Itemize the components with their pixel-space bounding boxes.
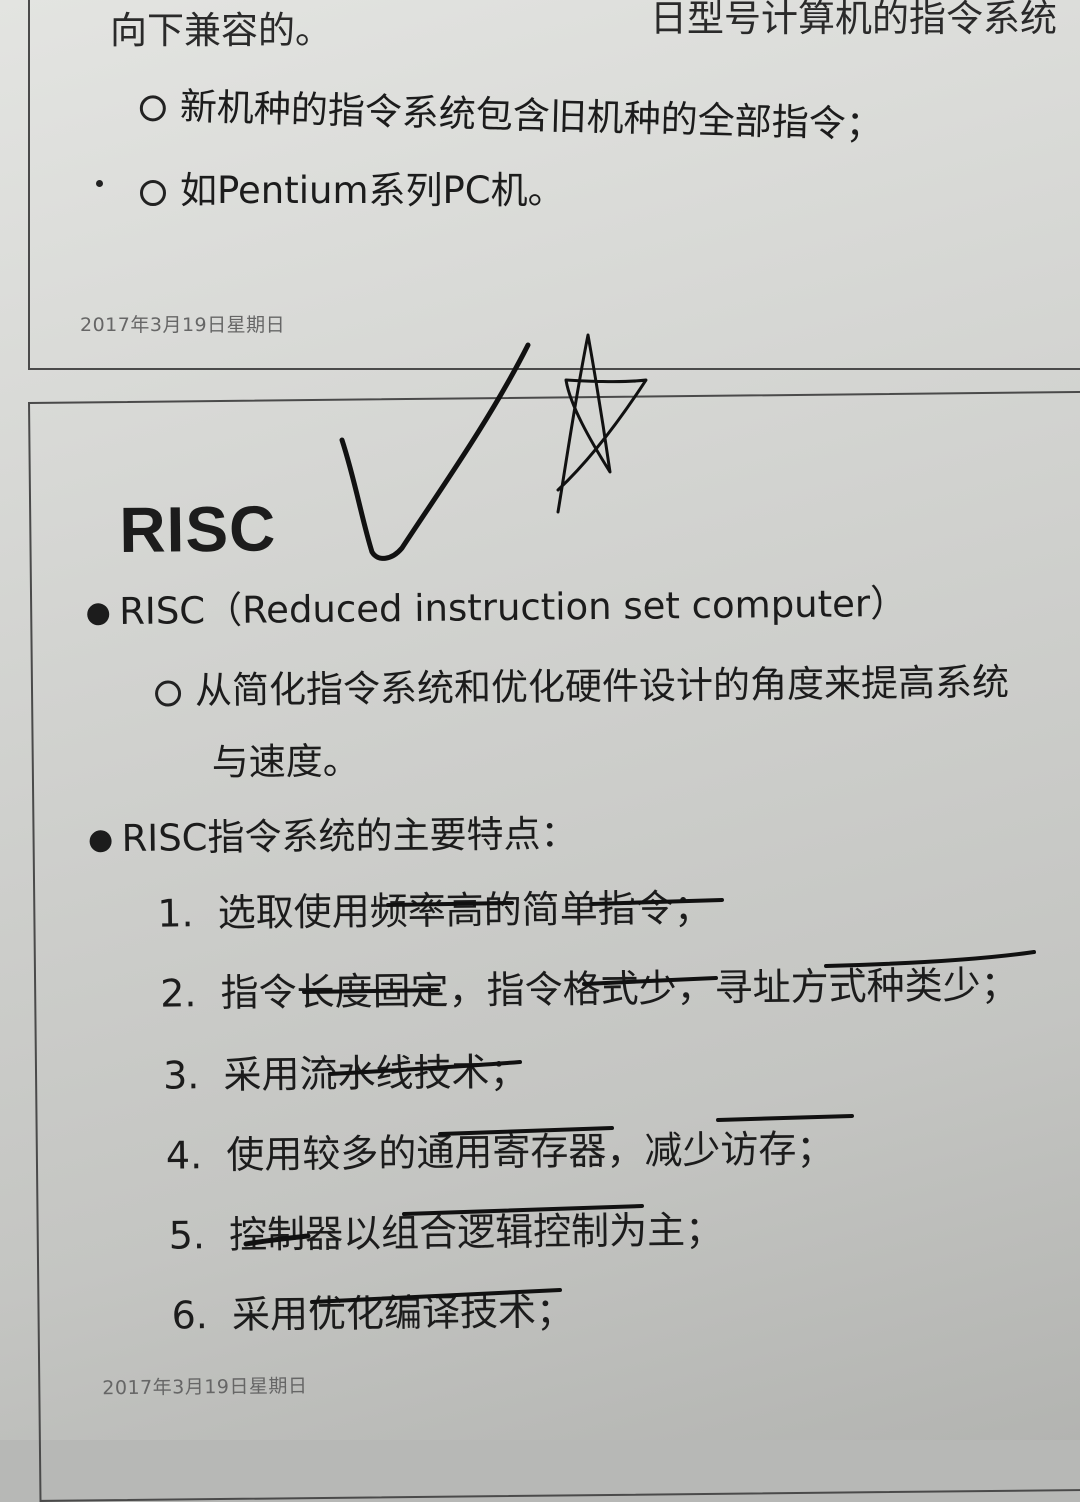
star-icon bbox=[556, 333, 648, 514]
paper-photo: 向下兼容的。 日型号计算机的指令系统 新机种的指令系统包含旧机种的全部指令； 如… bbox=[0, 0, 1080, 1502]
underline-mark bbox=[302, 988, 440, 994]
underline-mark bbox=[590, 898, 724, 906]
handwriting-layer bbox=[243, 333, 1036, 1304]
underline-mark bbox=[328, 1060, 522, 1076]
underline-mark bbox=[402, 1204, 644, 1216]
underline-mark bbox=[824, 950, 1036, 968]
underline-mark bbox=[243, 1233, 311, 1247]
underline-mark bbox=[716, 1114, 854, 1122]
underline-mark bbox=[582, 976, 718, 986]
underline-mark bbox=[438, 1126, 614, 1136]
underline-mark bbox=[310, 1288, 562, 1304]
check-mark-icon bbox=[339, 342, 531, 561]
underline-mark bbox=[386, 901, 514, 907]
